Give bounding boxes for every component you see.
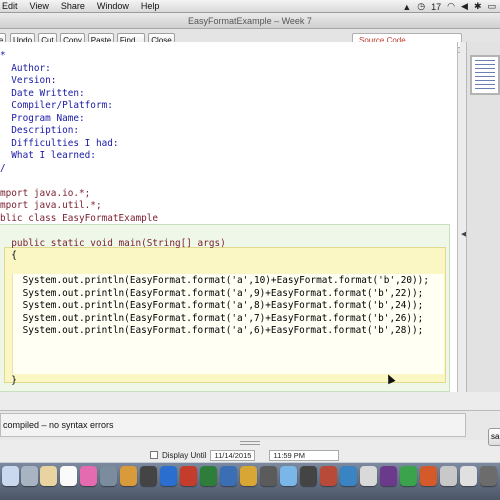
code-line[interactable]: mport java.io.*; (0, 188, 90, 200)
app-icon-5[interactable] (340, 466, 357, 486)
display-until-date[interactable]: 11/14/2015 (210, 449, 256, 461)
finder-icon[interactable] (2, 466, 19, 486)
code-line[interactable]: Description: (0, 125, 79, 137)
app-icon-8[interactable] (400, 466, 417, 486)
itunes-icon[interactable] (80, 466, 97, 486)
photos-icon[interactable] (120, 466, 137, 486)
volume-icon[interactable]: ◀ (461, 1, 468, 12)
calendar-icon[interactable] (60, 466, 77, 486)
code-line[interactable]: System.out.println(EasyFormat.format('a'… (0, 313, 424, 325)
safari-icon[interactable] (220, 466, 237, 486)
code-line[interactable]: Compiler/Platform: (0, 100, 113, 112)
battery-icon[interactable]: ▭ (487, 1, 496, 12)
terminal-icon[interactable] (140, 466, 157, 486)
code-line[interactable]: Version: (0, 75, 56, 87)
code-line[interactable]: What I learned: (0, 150, 96, 162)
app-icon-3[interactable] (300, 466, 317, 486)
code-line[interactable]: Author: (0, 63, 51, 75)
excel-icon[interactable] (200, 466, 217, 486)
calendar-badge[interactable]: 17 (431, 2, 441, 12)
powerpoint-icon[interactable] (180, 466, 197, 486)
code-line[interactable]: * (0, 50, 6, 62)
menu-bar: Edit View Share Window Help ▲ ◷ 17 ◠ ◀ ✱… (0, 0, 500, 13)
clock-icon[interactable]: ◷ (417, 1, 425, 12)
status-close-button[interactable]: sa (488, 428, 500, 446)
code-line[interactable]: Difficulties I had: (0, 138, 118, 150)
menu-window[interactable]: Window (91, 1, 135, 11)
display-until-label: Display Until (162, 450, 207, 460)
code-line[interactable]: { (0, 250, 17, 262)
app-icon-6[interactable] (360, 466, 377, 486)
app-icon-2[interactable] (260, 466, 277, 486)
chrome-icon[interactable] (240, 466, 257, 486)
app-icon-7[interactable] (380, 466, 397, 486)
word-icon[interactable] (160, 466, 177, 486)
window-title: EasyFormatExample – Week 7 (0, 13, 500, 29)
wifi-icon[interactable]: ◠ (447, 1, 455, 12)
app-icon-4[interactable] (320, 466, 337, 486)
launchpad-icon[interactable] (21, 466, 38, 486)
code-line[interactable]: blic class EasyFormatExample (0, 213, 158, 225)
code-line[interactable]: System.out.println(EasyFormat.format('a'… (0, 288, 424, 300)
app-icon-11[interactable] (460, 466, 477, 486)
app-icon-9[interactable] (420, 466, 437, 486)
menu-view[interactable]: View (24, 1, 55, 11)
dropbox-icon[interactable]: ▲ (402, 2, 411, 12)
app-icon[interactable] (100, 466, 117, 486)
resize-grip-icon[interactable] (240, 441, 260, 447)
menu-share[interactable]: Share (55, 1, 91, 11)
mail-icon[interactable] (280, 466, 297, 486)
contacts-icon[interactable] (40, 466, 57, 486)
status-message: compiled – no syntax errors (0, 413, 466, 437)
display-until-row: Display Until 11/14/2015 11:59 PM (150, 448, 340, 462)
trash-icon[interactable] (480, 466, 497, 486)
menu-help[interactable]: Help (135, 1, 166, 11)
code-line[interactable]: / (0, 163, 6, 175)
code-line[interactable]: System.out.println(EasyFormat.format('a'… (0, 300, 424, 312)
display-until-checkbox[interactable] (150, 451, 158, 459)
code-line[interactable]: } (0, 375, 17, 387)
code-line[interactable]: System.out.println(EasyFormat.format('a'… (0, 275, 429, 287)
code-line[interactable]: public static void main(String[] args) (0, 238, 226, 250)
code-editor[interactable]: * Author: Version: Date Written: Compile… (0, 42, 458, 392)
code-line[interactable]: mport java.util.*; (0, 200, 102, 212)
document-thumbnail[interactable] (470, 55, 500, 95)
code-line[interactable]: System.out.println(EasyFormat.format('a'… (0, 325, 424, 337)
code-line[interactable]: Date Written: (0, 88, 84, 100)
display-until-time[interactable]: 11:59 PM (269, 449, 340, 461)
menu-edit[interactable]: Edit (0, 1, 24, 11)
menu-status-area: ▲ ◷ 17 ◠ ◀ ✱ ▭ (402, 0, 500, 13)
code-line[interactable]: Program Name: (0, 113, 84, 125)
bluetooth-icon[interactable]: ✱ (474, 1, 482, 12)
app-icon-10[interactable] (440, 466, 457, 486)
